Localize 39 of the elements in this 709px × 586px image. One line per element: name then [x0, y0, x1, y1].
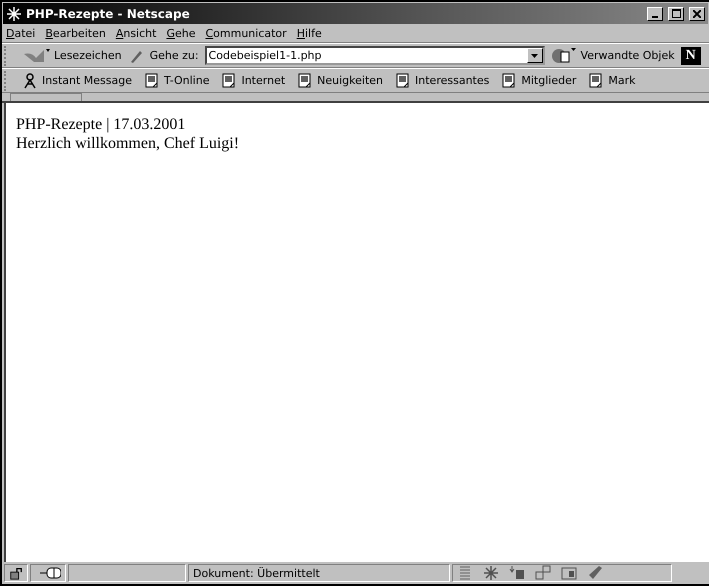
- page-icon: [588, 72, 604, 88]
- netscape-logo[interactable]: N: [680, 46, 701, 64]
- menu-item[interactable]: Datei: [6, 27, 36, 40]
- bookmark-button[interactable]: T-Online: [144, 72, 210, 88]
- menu-item[interactable]: Gehe: [166, 27, 196, 40]
- page-text: Herzlich willkommen, Chef Luigi!: [16, 134, 240, 153]
- person-icon: [22, 72, 38, 88]
- close-icon: [693, 10, 701, 18]
- bookmark-button[interactable]: Mark: [588, 72, 636, 88]
- goto-label: Gehe zu:: [150, 49, 199, 62]
- dropdown-button[interactable]: [526, 48, 543, 63]
- page-icon: [395, 72, 412, 88]
- bookmark-button[interactable]: Neuigkeiten: [297, 72, 384, 88]
- bookmark-button[interactable]: Internet: [221, 72, 286, 88]
- menu-item[interactable]: Hilfe: [296, 27, 322, 40]
- list-icon: [457, 565, 473, 581]
- status-text: Dokument: Übermittelt: [193, 566, 320, 580]
- close-button[interactable]: [689, 6, 705, 20]
- page-text: PHP-Rezepte | 17.03.2001: [16, 115, 186, 134]
- related-button[interactable]: Verwandte Objek: [550, 46, 675, 64]
- messenger-button[interactable]: Instant Message: [22, 72, 132, 88]
- bookmark-button[interactable]: Interessantes: [395, 72, 490, 88]
- bookmarks-button[interactable]: Lesezeichen: [22, 48, 122, 64]
- minimize-button[interactable]: [647, 6, 663, 20]
- minimize-icon: [652, 16, 658, 18]
- page-icon: [144, 72, 160, 88]
- location-field[interactable]: Codebeispiel1-1.php: [204, 46, 545, 65]
- caret-icon: [531, 54, 538, 58]
- page-icon: [297, 72, 314, 88]
- page-icon: [221, 72, 238, 88]
- menu-item[interactable]: Bearbeiten: [45, 27, 106, 40]
- maximize-button[interactable]: [668, 6, 684, 20]
- pen-icon: [587, 565, 603, 581]
- bookmark-button[interactable]: Mitglieder: [501, 72, 576, 88]
- menu-item[interactable]: Communicator: [205, 27, 287, 40]
- maximize-icon: [672, 9, 680, 18]
- menu-item[interactable]: Ansicht: [116, 27, 156, 40]
- page-icon: [501, 72, 518, 88]
- window-title: PHP-Rezepte - Netscape: [26, 6, 191, 20]
